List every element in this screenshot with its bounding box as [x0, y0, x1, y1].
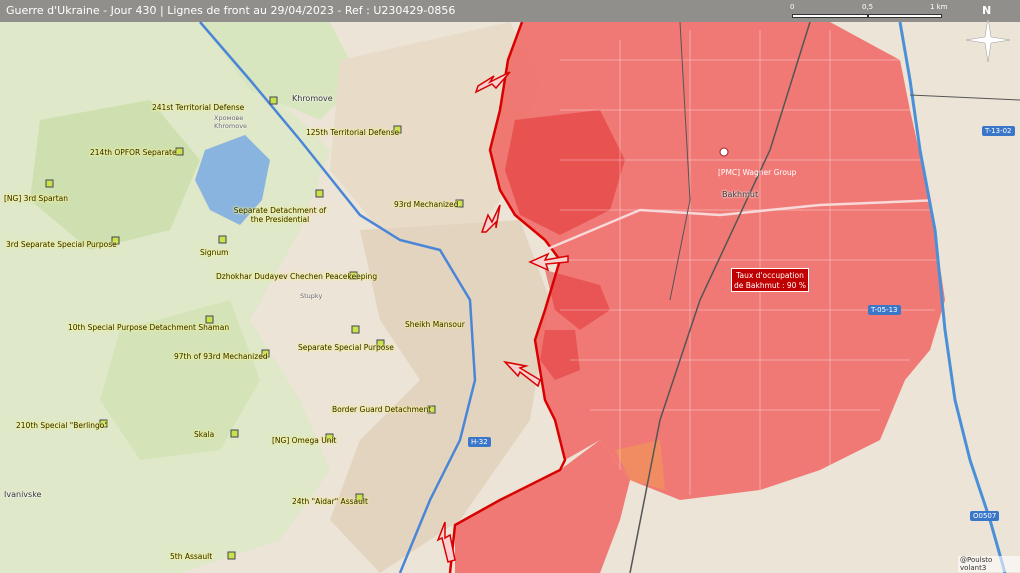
unit-3rd-spartan: [NG] 3rd Spartan	[4, 194, 69, 203]
place-ivanivske: Ivanivske	[4, 490, 42, 499]
unit-border-guard: Border Guard Detachment	[332, 405, 432, 414]
unit-214th: 214th OPFOR Separate	[90, 148, 177, 157]
occupation-line-2: de Bakhmut : 90 %	[734, 281, 806, 290]
compass-north-label: N	[982, 4, 992, 17]
unit-shaman: 10th Special Purpose Detachment Shaman	[68, 323, 230, 332]
unit-97th: 97th of 93rd Mechanized	[174, 352, 268, 361]
unit-3rd-separate-special: 3rd Separate Special Purpose	[6, 240, 117, 249]
place-stupky: Stupky	[300, 292, 323, 300]
unit-5th-assault: 5th Assault	[170, 552, 213, 561]
unit-125th: 125th Territorial Defense	[306, 128, 400, 137]
map-title: Guerre d'Ukraine - Jour 430 | Lignes de …	[6, 4, 456, 17]
place-khromove-cyr: Хромове Khromove	[214, 114, 248, 130]
scale-segment-1	[792, 14, 868, 18]
unit-241st: 241st Territorial Defense	[152, 103, 245, 112]
occupation-line-1: Taux d'occupation	[736, 271, 804, 280]
unit-dudayev: Dzhokhar Dudayev Chechen Peacekeeping	[216, 272, 378, 281]
scale-label-1km: 1 km	[930, 3, 948, 11]
unit-omega: [NG] Omega Unit	[272, 436, 337, 445]
road-badge-t0513: T-05-13	[868, 305, 901, 315]
place-khromove: Khromove	[292, 94, 333, 103]
unit-aidar: 24th "Aidar" Assault	[292, 497, 368, 506]
map-canvas[interactable]	[0, 0, 1020, 573]
compass-star-icon	[966, 18, 1010, 62]
compass-rose: N	[966, 4, 1010, 64]
unit-skala: Skala	[194, 430, 215, 439]
scale-label-half: 0,5	[862, 3, 874, 11]
road-badge-h32: H-32	[468, 437, 491, 447]
scale-bar: 0 0,5 1 km	[790, 3, 950, 21]
unit-93rd: 93rd Mechanized	[394, 200, 459, 209]
unit-berlingo: 210th Special "Berlingo"	[16, 421, 108, 430]
unit-sheikh-mansour: Sheikh Mansour	[405, 320, 465, 329]
scale-label-0: 0	[790, 3, 795, 11]
unit-wagner: [PMC] Wagner Group	[718, 168, 797, 177]
place-bakhmut: Bakhmut	[722, 190, 759, 199]
author-credit: @Poulsto volant3	[958, 556, 1020, 572]
unit-signum: Signum	[200, 248, 229, 257]
unit-separate-special-purpose: Separate Special Purpose	[298, 343, 394, 352]
unit-presidential: Separate Detachment of the Presidential	[233, 206, 327, 224]
road-badge-t1302: T-13-02	[982, 126, 1015, 136]
occupation-rate-box: Taux d'occupation de Bakhmut : 90 %	[731, 268, 809, 292]
scale-segment-2	[868, 14, 942, 18]
road-badge-o0507: O0507	[970, 511, 1000, 521]
